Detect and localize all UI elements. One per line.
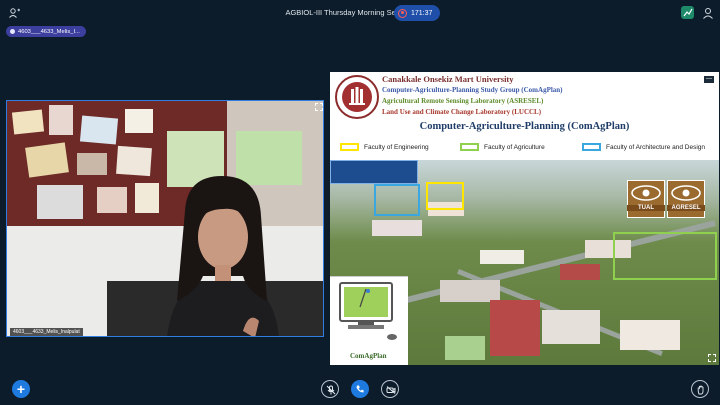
timer-text: 171:37 xyxy=(411,9,433,17)
screen-share[interactable]: Canakkale Onsekiz Mart University Comput… xyxy=(330,72,719,365)
comagplan-logo: ComAgPlan xyxy=(330,276,408,365)
legend-label: Faculty of Architecture and Design xyxy=(606,143,705,151)
legend-label: Faculty of Agriculture xyxy=(484,143,545,151)
mic-button[interactable] xyxy=(321,380,339,398)
highlight-engineering xyxy=(426,182,464,210)
raise-hand-icon xyxy=(697,385,704,395)
presenter-chip-label: 4603___4633_Melis_I... xyxy=(18,28,80,35)
legend-engineering: Faculty of Engineering xyxy=(340,143,429,151)
tual-logo-icon xyxy=(627,180,665,218)
presenter-dot-icon xyxy=(10,29,15,34)
legend-label: Faculty of Engineering xyxy=(364,143,429,151)
legend-agriculture: Faculty of Agriculture xyxy=(460,143,545,151)
participant-name-label: 4603___4633_Melis_Inalpulat xyxy=(10,328,83,336)
recording-timer[interactable]: 171:37 xyxy=(394,5,441,21)
record-icon xyxy=(398,8,407,18)
minimize-icon[interactable]: — xyxy=(704,76,714,83)
participant-video[interactable]: 4603___4633_Melis_Inalpulat xyxy=(6,100,324,337)
tual-logo-caption: TUAL xyxy=(627,205,665,211)
agresel-logo-icon xyxy=(667,180,705,218)
expand-icon[interactable] xyxy=(708,354,716,362)
campus-info-sign xyxy=(330,160,418,184)
raise-hand-button[interactable] xyxy=(691,380,709,398)
lab-name-luccl: Land Use and Climate Change Laboratory (… xyxy=(382,108,542,116)
stats-icon[interactable] xyxy=(681,6,694,19)
legend-swatch-blue xyxy=(582,143,601,151)
expand-icon[interactable] xyxy=(315,103,323,111)
add-button[interactable]: + xyxy=(12,380,30,398)
highlight-architecture xyxy=(374,184,420,216)
phone-icon xyxy=(356,385,364,393)
add-icon: + xyxy=(16,381,26,397)
camera-off-icon xyxy=(386,386,396,394)
comagplan-computer-icon xyxy=(339,282,397,340)
top-bar: AGBIOL-III Thursday Morning Session 19-4… xyxy=(0,0,720,26)
camera-button[interactable] xyxy=(381,380,399,398)
presenter-chip[interactable]: 4603___4633_Melis_I... xyxy=(6,26,86,37)
university-name: Canakkale Onsekiz Mart University xyxy=(382,74,514,84)
study-group-name: Computer-Agriculture-Planning Study Grou… xyxy=(382,86,563,94)
mic-off-icon xyxy=(326,385,336,395)
person-icon[interactable] xyxy=(702,7,714,19)
session-title: AGBIOL-III Thursday Morning Session 19-4… xyxy=(285,8,435,17)
highlight-agriculture xyxy=(613,232,717,280)
legend-swatch-green xyxy=(460,143,479,151)
comagplan-caption: ComAgPlan xyxy=(350,352,387,360)
call-button[interactable] xyxy=(351,380,369,398)
slide-title: Computer-Agriculture-Planning (ComAgPlan… xyxy=(419,121,630,132)
agresel-logo-caption: AGRESEL xyxy=(667,205,705,211)
legend-architecture: Faculty of Architecture and Design xyxy=(582,143,705,151)
legend-swatch-yellow xyxy=(340,143,359,151)
participant-person xyxy=(167,176,279,336)
lab-name-asresel: Agricultural Remote Sensing Laboratory (… xyxy=(382,97,544,105)
university-seal-icon xyxy=(335,75,379,119)
